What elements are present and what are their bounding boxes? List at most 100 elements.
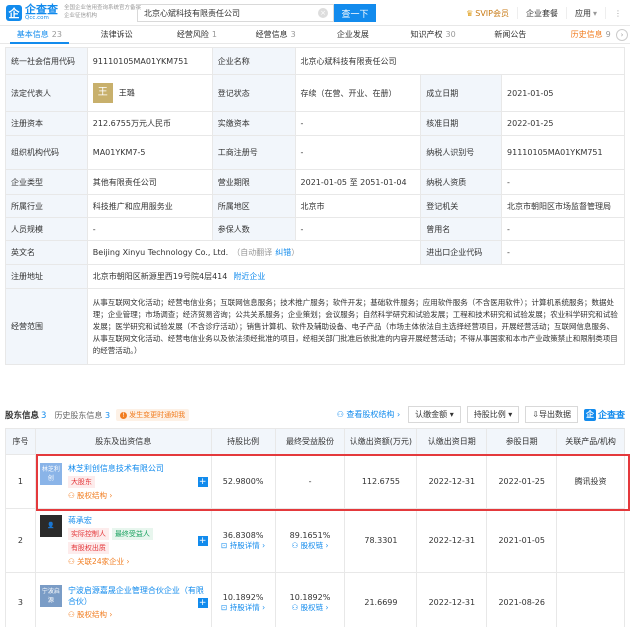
chain-icon: ⚇: [291, 602, 301, 612]
row-amount: 21.6699: [344, 572, 418, 627]
suite-link[interactable]: 企业套餐: [516, 7, 566, 19]
clear-icon[interactable]: ×: [318, 8, 328, 18]
expand-icon[interactable]: +: [197, 535, 208, 546]
basic-info-table: 统一社会信用代码 91110105MA01YKM751 企业名称 北京心斌科技有…: [5, 47, 626, 365]
label-import-export: 进出口企业代码: [420, 240, 503, 265]
tab-basic-info[interactable]: 基本信息 23: [0, 26, 79, 44]
export-button[interactable]: ⇩ 导出数据: [525, 406, 578, 423]
tab-development[interactable]: 企业发展: [315, 26, 394, 43]
col-amount[interactable]: 认缴出资额(万元): [344, 428, 418, 455]
tag-final-beneficiary: 最终受益人: [111, 527, 153, 540]
label-found-date: 成立日期: [420, 74, 503, 112]
row-no: 2: [5, 508, 36, 573]
shareholder-name[interactable]: 宁波启源嘉晟企业管理合伙企业（有限合伙）: [68, 585, 207, 607]
tab-ip[interactable]: 知识产权 30: [394, 26, 473, 43]
shareholder-name[interactable]: 蒋承宏: [68, 515, 156, 526]
col-shareholder: 股东及出资信息: [34, 428, 212, 455]
auto-translate-close: ）: [291, 248, 300, 257]
label-taxpayer-id: 纳税人识别号: [420, 135, 503, 170]
label-address: 注册地址: [5, 264, 88, 289]
equity-chain-link[interactable]: ⚇ 股权链 ›: [276, 602, 345, 613]
label-industry: 所属行业: [5, 194, 88, 218]
label-company-type: 企业类型: [5, 169, 88, 195]
nearby-companies-link[interactable]: 附近企业: [233, 272, 265, 281]
row-join-date: 2021-01-05: [486, 508, 558, 573]
expand-icon[interactable]: +: [197, 597, 208, 608]
equity-structure-link[interactable]: ⚇ 股权结构 ›: [68, 609, 207, 620]
svip-link[interactable]: ♛ SVIP会员: [458, 7, 517, 19]
label-staff: 人员规模: [5, 217, 88, 241]
tab-news[interactable]: 新闻公告: [473, 26, 552, 43]
tab-legal[interactable]: 法律诉讼: [79, 26, 158, 43]
amount-filter[interactable]: 认缴金额 ▾: [408, 406, 461, 423]
row-ratio: 52.9800%: [210, 454, 276, 509]
history-shareholders-link[interactable]: 历史股东信息 3: [54, 410, 110, 421]
label-paid-capital: 实缴资本: [211, 111, 296, 136]
logo-domain: Qcc.com: [25, 14, 49, 21]
english-name-cell: Beijing Xinyu Technology Co., Ltd. （自动翻译纠…: [86, 240, 422, 265]
expand-icon[interactable]: +: [197, 476, 208, 487]
label-biz-reg: 工商注册号: [211, 135, 296, 170]
value-credit-code: 91110105MA01YKM751: [86, 47, 213, 75]
brand-icon: 企: [583, 408, 596, 421]
shareholders-title[interactable]: 股东信息 3: [5, 409, 46, 421]
qcc-watermark: 企企查查: [583, 408, 625, 421]
label-insured: 参保人数: [211, 217, 296, 241]
value-industry: 科技推广和应用服务业: [86, 194, 213, 218]
value-scope: 从事互联网文化活动；经营电信业务；互联网信息服务；技术推广服务；软件开发；基础软…: [86, 288, 626, 365]
label-former-name: 曾用名: [420, 217, 503, 241]
equity-structure-link[interactable]: ⚇ 查看股权结构 ›: [337, 409, 400, 420]
holding-detail-link[interactable]: ⊡ 持股详情 ›: [212, 602, 275, 613]
shareholders-table: 序号 股东及出资信息 持股比例 最终受益股份 认缴出资额(万元) 认缴出资日期 …: [5, 428, 625, 627]
search-button[interactable]: 查一下: [334, 4, 376, 22]
shareholder-name[interactable]: 林芝利创信息技术有限公司: [68, 463, 164, 474]
person-avatar: 👤: [39, 514, 62, 537]
col-sub-date[interactable]: 认缴出资日期: [416, 428, 488, 455]
fix-link[interactable]: 纠错: [275, 248, 291, 257]
more-menu-icon[interactable]: ⋮: [605, 7, 630, 19]
value-biz-term: 2021-01-05 至 2051-01-04: [294, 169, 422, 195]
structure-icon: ⚇: [67, 490, 78, 500]
ratio-filter[interactable]: 持股比例 ▾: [466, 406, 520, 423]
related-companies-link[interactable]: ⚇ 关联24家企业 ›: [68, 556, 156, 567]
apps-menu[interactable]: 应用 ▾: [565, 7, 605, 19]
value-reg-status: 存续（在营、开业、在册）: [294, 74, 422, 112]
row-join-date: 2021-08-26: [486, 572, 558, 627]
holding-detail-link[interactable]: ⊡ 持股详情 ›: [212, 540, 275, 551]
chain-icon: ⚇: [291, 540, 301, 550]
row-product-link[interactable]: 腾讯投资: [556, 454, 625, 509]
col-join-date[interactable]: 参股日期: [486, 428, 558, 455]
search-input[interactable]: 北京心斌科技有限责任公司 ×: [137, 4, 334, 22]
value-region: 北京市: [294, 194, 422, 218]
value-import-export: -: [501, 240, 625, 265]
label-reg-status: 登记状态: [211, 74, 296, 112]
top-nav: ♛ SVIP会员 企业套餐 应用 ▾ ⋮: [458, 0, 630, 26]
equity-chain-link[interactable]: ⚇ 股权链 ›: [276, 540, 345, 551]
value-paid-capital: -: [294, 111, 422, 136]
row-amount: 78.3301: [344, 508, 418, 573]
logo-mark-icon: 企: [6, 4, 22, 21]
table-row: 1 林芝利创 林芝利创信息技术有限公司 大股东 ⚇ 股权结构 › + 52.98…: [5, 454, 625, 509]
shareholders-toolbar: ⚇ 查看股权结构 › 认缴金额 ▾ 持股比例 ▾ ⇩ 导出数据 企企查查: [337, 406, 625, 423]
equity-structure-link[interactable]: ⚇ 股权结构 ›: [68, 490, 164, 501]
chevron-right-icon[interactable]: ›: [616, 29, 628, 41]
label-legal-rep: 法定代表人: [5, 74, 88, 112]
legal-rep-cell: 王王璐: [86, 74, 213, 112]
value-company-name: 北京心斌科技有限责任公司: [294, 47, 626, 75]
label-reg-authority: 登记机关: [420, 194, 503, 218]
notify-change-button[interactable]: ! 发生变更时通知我: [116, 409, 190, 421]
col-ratio[interactable]: 持股比例: [210, 428, 276, 455]
label-company-name: 企业名称: [211, 47, 296, 75]
label-org-code: 组织机构代码: [5, 135, 88, 170]
value-legal-rep[interactable]: 王璐: [119, 89, 135, 98]
logo-slogan: 全国企业信用查询系统官方备案企业征信机构: [64, 5, 142, 19]
structure-icon: ⚇: [336, 410, 347, 419]
tab-business[interactable]: 经营信息 3: [236, 26, 315, 43]
tag-actual-controller: 实际控制人: [67, 527, 109, 540]
row-ratio: 10.1892%: [222, 592, 264, 602]
label-taxpayer-qual: 纳税人资质: [420, 169, 503, 195]
row-sub-date: 2022-12-31: [416, 508, 488, 573]
logo[interactable]: 企 企查查 Qcc.com 全国企业信用查询系统官方备案企业征信机构: [6, 4, 144, 22]
tab-risk[interactable]: 经营风险 1: [158, 26, 237, 43]
row-product: [556, 508, 625, 573]
